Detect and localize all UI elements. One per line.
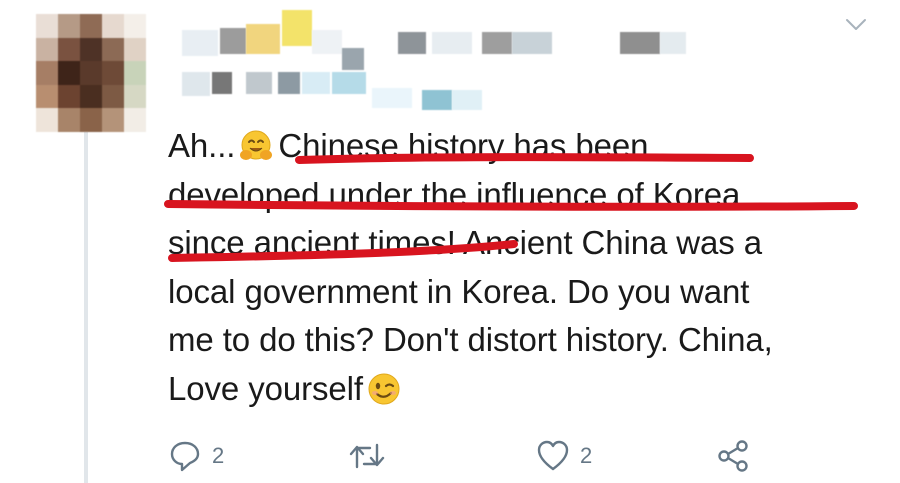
tweet-line-4: local government in Korea. Do you want: [168, 272, 750, 310]
hugging-face-emoji: [240, 130, 273, 160]
like-icon: [537, 440, 569, 471]
avatar[interactable]: [36, 14, 146, 132]
share-icon: [718, 440, 748, 472]
like-count: 2: [580, 443, 593, 468]
tweet-line-3: since ancient times! Ancient China was a: [168, 219, 878, 268]
retweet-icon: [349, 443, 385, 469]
tweet-text-segment: Love yourself: [168, 369, 363, 407]
tweet-text-segment: Ancient China was a: [455, 224, 762, 261]
tweet-line-6: Love yourself: [168, 365, 878, 414]
reply-icon: [170, 441, 200, 472]
chevron-down-icon[interactable]: [844, 16, 868, 34]
like-button[interactable]: 2: [536, 436, 592, 476]
tweet-line-2: developed under the influence of Korea: [168, 175, 741, 213]
tweet-text-segment: Chinese history has been: [278, 127, 649, 164]
reply-button[interactable]: 2: [168, 436, 224, 476]
tweet-text-segment: since ancient times!: [168, 224, 456, 261]
censored-username: [182, 10, 702, 115]
tweet-line-5: me to do this? Don't distort history. Ch…: [168, 321, 773, 358]
retweet-button[interactable]: [348, 436, 386, 476]
tweet-card[interactable]: Ah... Chinese history has been developed…: [0, 0, 900, 483]
share-button[interactable]: [716, 436, 750, 476]
tweet-text: Ah... Chinese history has been developed…: [168, 122, 878, 413]
reply-count: 2: [212, 443, 225, 468]
thread-line: [84, 132, 88, 483]
winking-face-emoji: [368, 373, 400, 404]
tweet-actions: 2 2: [168, 436, 768, 476]
tweet-line-1: Ah... Chinese history has been: [168, 122, 878, 171]
tweet-text-segment: Ah...: [168, 127, 236, 164]
